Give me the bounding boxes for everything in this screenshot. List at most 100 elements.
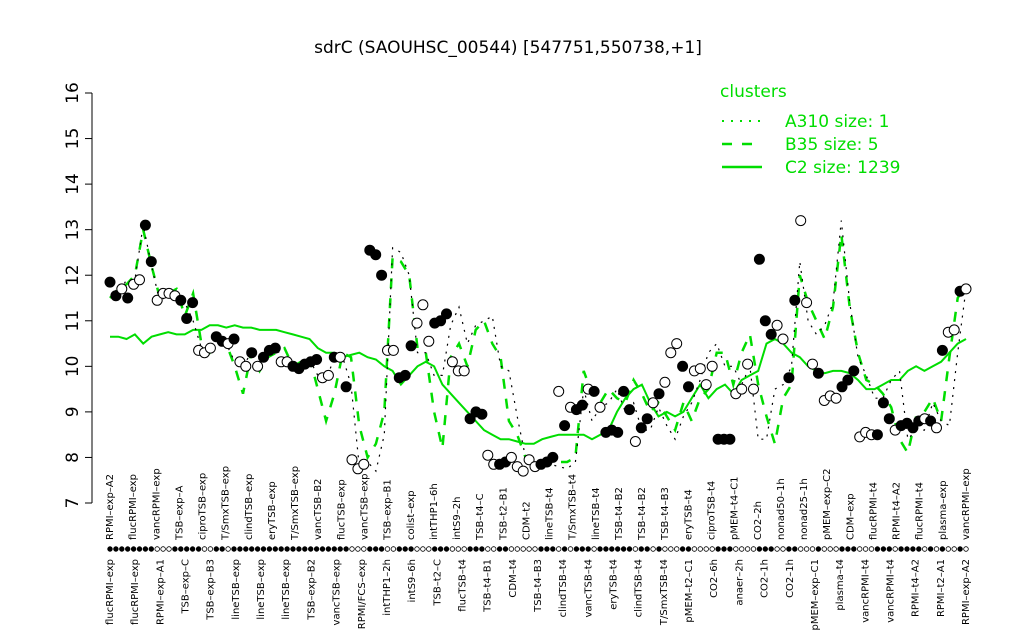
data-point [771,319,783,331]
data-point [346,454,358,466]
rug-marker [243,546,249,552]
legend-entry-c2: C2 size: 1239 [785,158,900,178]
rug-marker [644,546,650,552]
rug-marker [857,546,863,552]
data-point [376,269,388,281]
rug-marker [939,546,946,552]
rug-marker [396,546,402,552]
x-tick-label-bottom: lineTSB–exp [281,559,292,620]
rug-marker [337,546,343,552]
data-point [877,397,889,409]
data-point [807,358,818,370]
rug-marker [378,546,385,552]
rug-marker [296,546,302,552]
rug-marker [650,546,656,552]
rug-marker [142,546,149,552]
data-point [647,397,659,409]
rug-marker [473,546,479,552]
x-tick-label-top: ciproTSB–exp [198,473,209,540]
rug-marker [963,546,969,552]
rug-marker [361,546,367,552]
rug-marker [107,546,113,552]
x-tick-label-bottom: CO2–1h [760,559,771,598]
x-tick-label-top: RPMI–exp–A2 [105,474,116,540]
x-tick-label-bottom: vancTSB–t4 [583,559,594,617]
rug-marker [538,546,544,552]
x-tick-label-bottom: vancRPMI–t4 [886,559,897,623]
cluster-lines [109,220,968,473]
rug-marker [768,546,774,552]
rug-marker [502,546,509,552]
data-point [334,351,346,363]
data-point [700,379,712,391]
rug-marker [467,546,473,552]
rug-marker [951,546,957,552]
rug-marker [325,546,332,552]
data-point [358,458,370,470]
rug-marker [803,546,810,552]
rug-marker [945,546,951,552]
x-tick-label-top: intS9–2h [452,497,463,540]
rug-marker [355,546,361,552]
rug-marker [491,546,497,552]
x-tick-label-top: eryTSB–exp [267,481,278,540]
rug-marker [615,546,621,552]
expression-chart: sdrC (SAOUHSC_00544) [547751,550738,+1] … [63,38,972,631]
rug-marker [201,546,208,552]
rug-marker [254,546,261,552]
data-point [795,215,807,227]
data-point [677,360,689,372]
rug-marker [933,546,940,552]
rug-marker [573,546,580,552]
rug-marker [585,546,591,552]
rug-marker [597,546,603,552]
data-point [204,342,216,354]
rug-marker [449,546,456,552]
x-tick-label-bottom: vancTSB–exp [332,559,343,625]
x-tick-label-bottom: vancRPMI–t4 [860,559,871,623]
x-tick-label-bottom: TSB–t4–B3 [533,559,544,613]
rug-marker [750,546,757,552]
data-point [476,408,488,420]
x-tick-label-top: flucRPMI–t4 [869,482,880,540]
x-tick-label-bottom: RPMI–exp–A2 [961,559,972,625]
rug-marker [579,546,585,552]
x-tick-label-top: nonad25–1h [799,478,810,540]
data-point [517,465,529,477]
rug-marker [544,546,550,552]
x-tick-label-top: intTHP1–6h [429,483,440,540]
x-tick-label-top: T/SmxTSB–exp [290,466,301,541]
rug-marker [237,546,243,552]
data-point [553,385,565,397]
rug-marker [815,546,822,552]
chart-title: sdrC (SAOUHSC_00544) [547751,550738,+1] [314,38,702,58]
rug-marker [957,546,963,552]
data-point [683,381,694,393]
rug-marker [349,546,355,552]
rug-marker [662,546,668,552]
x-tick-label-top: vancTSB–B2 [313,479,324,540]
rug-marker [697,546,703,552]
x-tick-label-bottom: RPMI–t2–A1 [936,559,947,617]
x-tick-label-top: plasma–exp [938,480,949,540]
rug-marker [721,546,727,552]
rug-marker [792,546,798,552]
rug-marker [373,546,379,552]
rug-marker [715,546,721,552]
rug-marker [520,546,526,552]
x-tick-label-top: pMEM–exp–C2 [822,468,833,540]
rug-marker [290,546,296,552]
rug-marker [390,546,397,552]
rug-marker [260,546,267,552]
legend-entry-b35: B35 size: 5 [785,135,879,155]
x-tick-label-top: TSB–exp–B1 [383,479,394,541]
data-point [753,253,765,265]
y-tick-label: 16 [63,82,83,104]
data-point [594,401,606,413]
rug-marker [626,546,633,552]
data-point [659,376,671,388]
x-tick-label-top: RPMI–t4–A2 [892,482,903,540]
rug-marker [402,546,408,552]
rug-marker [119,546,125,552]
rug-marker [609,546,615,552]
